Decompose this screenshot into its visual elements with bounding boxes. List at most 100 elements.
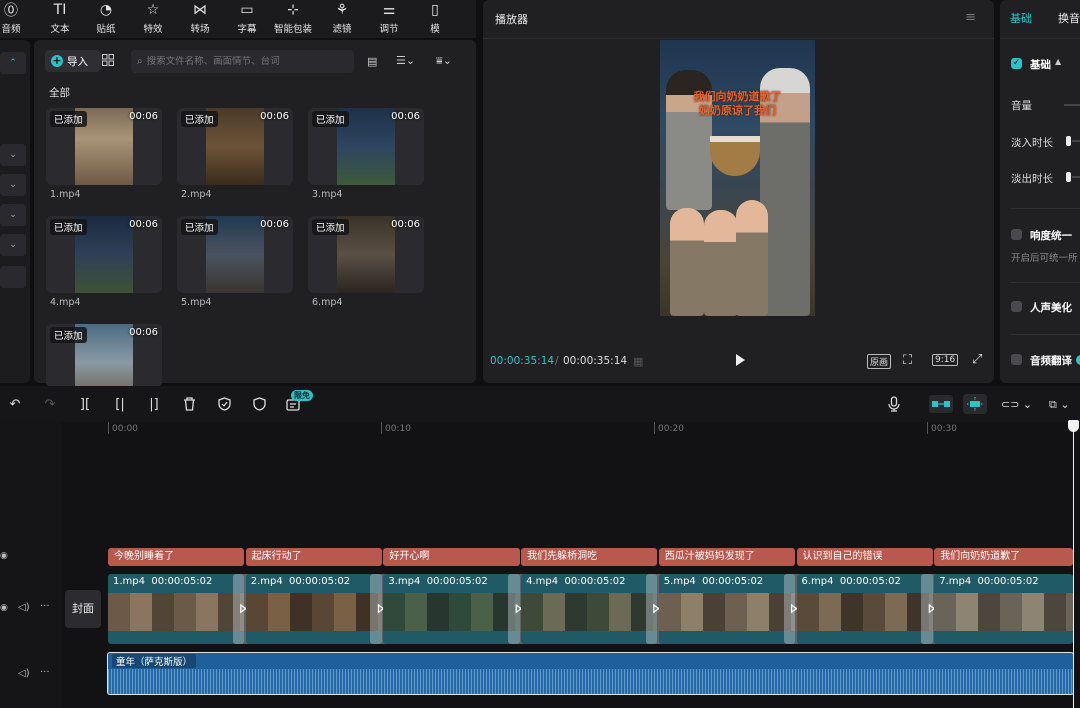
audio-clip[interactable]: 童年（萨克斯版） (107, 652, 1074, 695)
media-filename: 5.mp4 (181, 297, 212, 308)
added-badge: 已添加 (312, 111, 349, 127)
loudness-checkbox[interactable] (1011, 229, 1022, 240)
voice-enhance-label: 人声美化 (1030, 302, 1072, 314)
main-track-magnet-button[interactable] (929, 395, 953, 413)
media-card[interactable]: 已添加 00:06 (46, 108, 162, 185)
video-clip-duration: 00:00:05:02 (289, 576, 351, 587)
category-expand-button-2[interactable]: ⌄ (0, 174, 26, 196)
video-clip[interactable]: 7.mp4 00:00:05:02 (934, 574, 1073, 644)
category-expand-button-4[interactable]: ⌄ (0, 234, 26, 256)
undo-icon[interactable]: ↶ (5, 393, 25, 415)
audio-waveform (108, 669, 1073, 694)
trim-left-icon[interactable]: [| (110, 393, 130, 415)
video-clip[interactable]: 6.mp4 00:00:05:02 (796, 574, 933, 644)
playhead-handle[interactable] (1068, 420, 1079, 432)
multi-select-grid-icon[interactable] (102, 54, 114, 66)
toolbar-item-7[interactable]: ⚘ 滤镜 (319, 0, 365, 36)
subtitle-track-visibility-icon[interactable]: ◉ (0, 551, 8, 561)
fullscreen-icon[interactable]: ⤢ (972, 352, 982, 367)
fade-out-slider-handle[interactable] (1066, 172, 1071, 182)
video-track-visibility-icon[interactable]: ◉ (0, 603, 8, 613)
screenshot-focus-icon[interactable]: ⛶ (903, 353, 912, 368)
video-clip[interactable]: 1.mp4 00:00:05:02 (108, 574, 245, 644)
video-preview[interactable]: 我们向奶奶道歉了 奶奶原谅了我们 (660, 40, 815, 316)
subtitle-clip[interactable]: 好开心啊 (383, 548, 520, 566)
toolbar-item-label: 滤镜 (332, 24, 352, 35)
toolbar-item-6[interactable]: ⊹ 智能包装 (270, 0, 316, 36)
audio-track-more-icon[interactable]: ··· (40, 667, 50, 678)
audio-translate-checkbox[interactable] (1011, 354, 1022, 365)
link-dropdown-button[interactable]: ⊂⊃ ⌄ (1001, 398, 1032, 411)
toolbar-item-0[interactable]: ⓪ 音频 (0, 0, 34, 36)
media-card[interactable]: 已添加 00:06 (308, 108, 424, 185)
toolbar-item-2[interactable]: ◔ 贴纸 (83, 0, 129, 36)
subtitle-clip[interactable]: 起床行动了 (245, 548, 382, 566)
toolbar-item-4[interactable]: ⋈ 转场 (177, 0, 223, 36)
sort-icon[interactable]: ☰⌄ (396, 54, 415, 67)
video-track-audio-icon[interactable]: ◁) (18, 602, 30, 613)
video-clip[interactable]: 4.mp4 00:00:05:02 (521, 574, 658, 644)
view-mode-icon[interactable]: ▤ (367, 55, 377, 68)
media-search-box[interactable]: ⌕ (131, 50, 354, 73)
filter-icon[interactable]: ⩸⌄ (436, 54, 452, 68)
tab-underline (1000, 38, 1080, 39)
video-clip-header: 2.mp4 00:00:05:02 (251, 576, 350, 587)
volume-slider[interactable] (1064, 104, 1080, 106)
subtitle-clip[interactable]: 今晚别睡着了 (108, 548, 245, 566)
basic-section-caret-icon[interactable]: ▲ (1055, 57, 1061, 66)
subtitle-clip[interactable]: 西瓜汁被妈妈发现了 (658, 548, 795, 566)
subtitle-clip[interactable]: 我们先躲桥洞吃 (521, 548, 658, 566)
play-button[interactable] (732, 352, 748, 368)
split-icon[interactable]: ][ (75, 393, 95, 415)
basic-section-checkbox[interactable]: ✓ (1011, 58, 1022, 69)
import-button[interactable]: + 导入 (45, 50, 101, 72)
media-card[interactable]: 已添加 00:06 (308, 216, 424, 293)
video-clip-frames (108, 593, 245, 631)
aspect-ratio-button[interactable]: 9:16 (932, 354, 959, 366)
toolbar-item-label: 字幕 (237, 24, 257, 35)
toolbar-item-5[interactable]: ▭ 字幕 (224, 0, 270, 36)
audio-translate-badge-icon (1076, 355, 1080, 365)
original-quality-button[interactable]: 原画 (867, 354, 892, 369)
video-clip[interactable]: 2.mp4 00:00:05:02 (245, 574, 382, 644)
tab-voice-change[interactable]: 换音 (1058, 10, 1080, 26)
player-menu-icon[interactable]: ≡ (965, 10, 976, 25)
fade-in-slider-track[interactable] (1072, 140, 1080, 142)
timecode-grid-icon[interactable]: ▦ (633, 355, 643, 368)
media-card[interactable]: 已添加 00:06 (46, 216, 162, 293)
fade-out-slider-track[interactable] (1072, 176, 1080, 178)
video-track-more-icon[interactable]: ··· (40, 601, 50, 612)
loudness-label: 响度统一 (1030, 230, 1072, 242)
toolbar-item-8[interactable]: ⚌ 调节 (366, 0, 412, 36)
microphone-icon[interactable] (884, 393, 904, 415)
toolbar-item-3[interactable]: ☆ 特效 (130, 0, 176, 36)
auto-snap-button[interactable] (963, 394, 987, 414)
video-clip-header: 6.mp4 00:00:05:02 (802, 576, 901, 587)
category-item-5[interactable] (0, 266, 26, 288)
subtitle-clip[interactable]: 我们向奶奶道歉了 (934, 548, 1073, 566)
fade-in-slider-handle[interactable] (1066, 136, 1071, 146)
redo-icon[interactable]: ↷ (40, 393, 60, 415)
cover-button[interactable]: 封面 (65, 590, 101, 628)
media-search-input[interactable] (146, 56, 337, 67)
subtitle-clip[interactable]: 认识到自己的错误 (796, 548, 933, 566)
preview-axis-dropdown-button[interactable]: ⧉ ⌄ (1049, 398, 1070, 412)
trim-right-icon[interactable]: |] (144, 393, 164, 415)
category-expand-button-3[interactable]: ⌄ (0, 204, 26, 226)
audio-track-volume-icon[interactable]: ◁) (18, 668, 30, 679)
mark-shield-icon[interactable] (214, 393, 234, 415)
toolbar-item-9[interactable]: ▯ 模 (412, 0, 458, 36)
media-card[interactable]: 已添加 00:06 (46, 324, 162, 387)
tab-basic[interactable]: 基础 (1010, 10, 1032, 26)
delete-icon[interactable] (179, 393, 199, 415)
voice-enhance-checkbox[interactable] (1011, 301, 1022, 312)
category-expand-button-1[interactable]: ⌄ (0, 144, 26, 166)
shield-icon[interactable] (249, 393, 269, 415)
media-card[interactable]: 已添加 00:06 (177, 108, 293, 185)
toolbar-item-1[interactable]: TI 文本 (37, 0, 83, 36)
video-clip[interactable]: 3.mp4 00:00:05:02 (383, 574, 520, 644)
category-collapse-button[interactable]: ⌃ (0, 52, 26, 74)
media-card[interactable]: 已添加 00:06 (177, 216, 293, 293)
video-clip[interactable]: 5.mp4 00:00:05:02 (658, 574, 795, 644)
video-clip-duration: 00:00:05:02 (426, 576, 488, 587)
